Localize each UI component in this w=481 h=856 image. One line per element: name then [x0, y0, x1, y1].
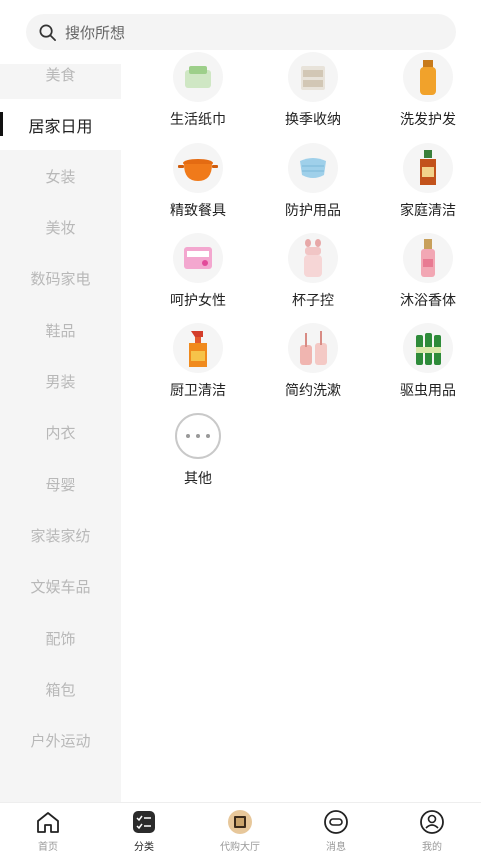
category-label: 驱虫用品 — [400, 383, 456, 399]
tissue-pack-icon — [173, 52, 223, 102]
tab-home[interactable]: 首页 — [13, 809, 83, 853]
tab-label: 消息 — [326, 842, 346, 853]
tab-label: 代购大厅 — [220, 842, 260, 853]
category-label: 厨卫清洁 — [170, 383, 226, 399]
disinfectant-bottle-icon — [403, 143, 453, 193]
sidebar-item-shoes[interactable]: 鞋品 — [0, 305, 121, 356]
category-label: 杯子控 — [292, 293, 334, 309]
category-item-toiletries[interactable]: 简约洗漱 — [258, 323, 368, 403]
category-icon — [131, 809, 157, 835]
category-label: 家庭清洁 — [400, 203, 456, 219]
category-label: 生活纸巾 — [170, 112, 226, 128]
bottom-tab-bar: 首页 分类 代购大厅 消息 我的 — [0, 802, 481, 856]
sidebar-item-accessories[interactable]: 配饰 — [0, 613, 121, 664]
home-icon — [35, 809, 61, 835]
sidebar-item-baby[interactable]: 母婴 — [0, 459, 121, 510]
sidebar-item-digital[interactable]: 数码家电 — [0, 253, 121, 304]
category-sidebar: 美食 居家日用 女装 美妆 数码家电 鞋品 男装 内衣 母婴 家装家纺 文娱车品… — [0, 64, 121, 802]
water-cup-icon — [288, 233, 338, 283]
tab-profile[interactable]: 我的 — [397, 809, 467, 853]
tab-purchase-hall[interactable]: 代购大厅 — [205, 809, 275, 853]
tab-message[interactable]: 消息 — [301, 809, 371, 853]
repellent-bottles-icon — [403, 323, 453, 373]
category-label: 洗发护发 — [400, 112, 456, 128]
tab-category[interactable]: 分类 — [109, 809, 179, 853]
sidebar-item-beauty[interactable]: 美妆 — [0, 202, 121, 253]
sidebar-item-home-daily[interactable]: 居家日用 — [0, 99, 121, 150]
category-label: 简约洗漱 — [285, 383, 341, 399]
category-item-tableware[interactable]: 精致餐具 — [143, 143, 253, 223]
category-label: 精致餐具 — [170, 203, 226, 219]
sidebar-item-underwear[interactable]: 内衣 — [0, 407, 121, 458]
message-icon — [323, 809, 349, 835]
shampoo-bottle-icon — [403, 52, 453, 102]
sanitary-pad-icon — [173, 233, 223, 283]
category-item-cups[interactable]: 杯子控 — [258, 233, 368, 313]
category-label: 呵护女性 — [170, 293, 226, 309]
search-input[interactable]: 搜你所想 — [26, 14, 456, 50]
toothbrush-cup-icon — [288, 323, 338, 373]
sidebar-item-outdoor[interactable]: 户外运动 — [0, 715, 121, 766]
sidebar-item-mens-wear[interactable]: 男装 — [0, 356, 121, 407]
sidebar-item-food[interactable]: 美食 — [0, 49, 121, 100]
tab-label: 我的 — [422, 842, 442, 853]
category-item-other[interactable]: 其他 — [143, 413, 253, 493]
category-item-home-cleaning[interactable]: 家庭清洁 — [373, 143, 481, 223]
category-item-tissue[interactable]: 生活纸巾 — [143, 52, 253, 132]
more-icon — [175, 413, 221, 459]
tab-label: 首页 — [38, 842, 58, 853]
category-item-body-fragrance[interactable]: 沐浴香体 — [373, 233, 481, 313]
sidebar-item-home-textile[interactable]: 家装家纺 — [0, 510, 121, 561]
cooking-pot-icon — [173, 143, 223, 193]
profile-icon — [419, 809, 445, 835]
search-icon — [39, 24, 56, 41]
sidebar-item-womens-wear[interactable]: 女装 — [0, 151, 121, 202]
category-item-storage[interactable]: 换季收纳 — [258, 52, 368, 132]
spray-cleaner-icon — [173, 323, 223, 373]
storage-drawer-icon — [288, 52, 338, 102]
purchase-hall-icon — [227, 809, 253, 835]
category-item-feminine-care[interactable]: 呵护女性 — [143, 233, 253, 313]
face-mask-icon — [288, 143, 338, 193]
category-label: 其他 — [184, 471, 212, 487]
perfume-bottle-icon — [403, 233, 453, 283]
category-label: 防护用品 — [285, 203, 341, 219]
category-item-kitchen-bath-cleaning[interactable]: 厨卫清洁 — [143, 323, 253, 403]
category-label: 换季收纳 — [285, 112, 341, 128]
search-placeholder: 搜你所想 — [65, 23, 126, 42]
category-item-insect-repellent[interactable]: 驱虫用品 — [373, 323, 481, 403]
sidebar-item-entertainment-car[interactable]: 文娱车品 — [0, 561, 121, 612]
category-item-protection[interactable]: 防护用品 — [258, 143, 368, 223]
category-label: 沐浴香体 — [400, 293, 456, 309]
sidebar-item-bags[interactable]: 箱包 — [0, 664, 121, 715]
tab-label: 分类 — [134, 842, 154, 853]
category-item-shampoo[interactable]: 洗发护发 — [373, 52, 481, 132]
